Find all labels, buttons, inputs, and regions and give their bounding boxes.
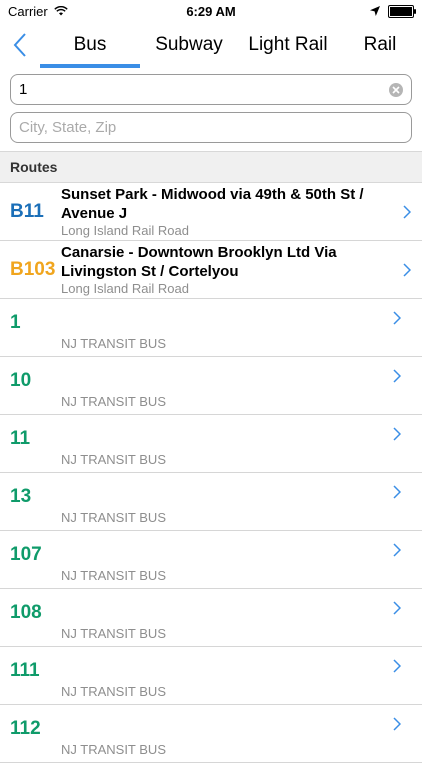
clear-x-icon [392,85,400,94]
route-row[interactable]: 10 NJ TRANSIT BUS [0,357,422,415]
route-code: B103 [10,258,56,280]
route-agency: NJ TRANSIT BUS [61,684,166,699]
route-row[interactable]: 111 NJ TRANSIT BUS [0,647,422,705]
route-code: 111 [10,660,40,681]
route-code: B11 [10,200,44,222]
chevron-right-icon [382,601,412,615]
tab-subway[interactable]: Subway [140,22,238,68]
route-row[interactable]: 1 NJ TRANSIT BUS [0,299,422,357]
route-info: Canarsie - Downtown Brooklyn Ltd Via Liv… [61,243,392,297]
wifi-icon [54,6,68,16]
route-row[interactable]: B103 Canarsie - Downtown Brooklyn Ltd Vi… [0,241,422,299]
chevron-left-icon [13,33,26,57]
status-left: Carrier [8,4,68,19]
chevron-right-icon [382,427,412,441]
carrier-label: Carrier [8,3,48,19]
route-code: 108 [10,602,42,623]
nav-bar: Bus Subway Light Rail Rail [0,22,422,68]
route-code: 11 [10,428,31,449]
chevron-right-icon [382,659,412,673]
route-row[interactable]: B11 Sunset Park - Midwood via 49th & 50t… [0,183,422,241]
back-button[interactable] [0,22,40,68]
route-agency: NJ TRANSIT BUS [61,336,166,351]
chevron-right-icon [382,543,412,557]
route-list: B11 Sunset Park - Midwood via 49th & 50t… [0,183,422,763]
status-bar: Carrier 6:29 AM [0,0,422,22]
route-agency: NJ TRANSIT BUS [61,568,166,583]
tab-bus[interactable]: Bus [40,22,140,68]
route-row[interactable]: 107 NJ TRANSIT BUS [0,531,422,589]
route-code: 10 [10,370,32,391]
mode-tabs: Bus Subway Light Rail Rail [40,22,422,68]
route-info: Sunset Park - Midwood via 49th & 50th St… [61,185,392,239]
chevron-right-icon [392,262,422,277]
chevron-right-icon [392,204,422,219]
search-area [0,68,422,143]
route-code: 107 [10,544,42,565]
chevron-right-icon [382,311,412,325]
route-code: 13 [10,486,32,507]
route-agency: NJ TRANSIT BUS [61,742,166,757]
tab-light-rail[interactable]: Light Rail [238,22,338,68]
chevron-right-icon [382,717,412,731]
route-title: Canarsie - Downtown Brooklyn Ltd Via Liv… [61,243,337,280]
route-title: Sunset Park - Midwood via 49th & 50th St… [61,185,364,222]
route-code: 1 [10,312,21,333]
route-agency: NJ TRANSIT BUS [61,452,166,467]
route-row[interactable]: 108 NJ TRANSIT BUS [0,589,422,647]
chevron-right-icon [382,369,412,383]
route-row[interactable]: 112 NJ TRANSIT BUS [0,705,422,763]
route-agency: NJ TRANSIT BUS [61,394,166,409]
route-code: 112 [10,718,41,739]
routes-section-header: Routes [0,151,422,183]
route-row[interactable]: 11 NJ TRANSIT BUS [0,415,422,473]
location-arrow-icon [370,6,380,16]
route-row[interactable]: 13 NJ TRANSIT BUS [0,473,422,531]
status-right [370,4,416,18]
route-search-input[interactable] [19,81,389,98]
tab-rail[interactable]: Rail [338,22,422,68]
battery-icon [388,4,416,18]
chevron-right-icon [382,485,412,499]
route-agency: Long Island Rail Road [61,222,189,238]
route-search-field [10,74,412,105]
route-agency: Long Island Rail Road [61,280,189,296]
clear-search-button[interactable] [389,82,403,97]
location-input[interactable] [19,119,403,136]
route-agency: NJ TRANSIT BUS [61,626,166,641]
route-agency: NJ TRANSIT BUS [61,510,166,525]
location-field [10,112,412,143]
